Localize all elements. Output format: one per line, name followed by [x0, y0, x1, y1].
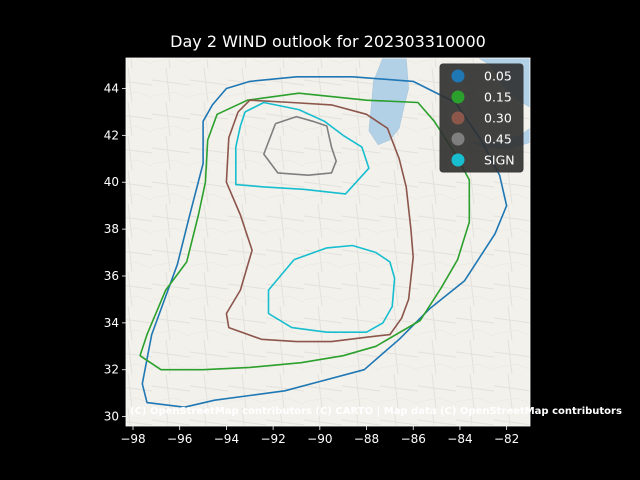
legend-label: 0.30 [484, 111, 512, 126]
legend-marker [451, 153, 465, 167]
y-tick-label: 44 [104, 81, 119, 95]
legend-marker [451, 69, 465, 83]
y-tick-label: 32 [104, 363, 119, 377]
legend-label: SIGN [484, 153, 515, 168]
map-attribution: (C) OpenStreetMap contributors (C) CARTO… [130, 406, 622, 417]
legend-label: 0.05 [484, 69, 512, 84]
legend-label: 0.15 [484, 90, 512, 105]
map-axes: (C) OpenStreetMap contributors (C) CARTO… [125, 57, 622, 427]
x-tick-label: −90 [307, 432, 332, 446]
y-tick-label: 38 [104, 222, 119, 236]
x-tick-label: −82 [494, 432, 519, 446]
y-tick-label: 34 [104, 316, 119, 330]
legend-marker [451, 132, 465, 146]
legend-marker [451, 90, 465, 104]
y-tick-label: 42 [104, 128, 119, 142]
legend-marker [451, 111, 465, 125]
legend: 0.05 0.15 0.30 0.45 SIGN [439, 63, 524, 173]
x-tick-label: −96 [167, 432, 192, 446]
x-axis: −98 −96 −94 −92 −90 −88 −86 −84 −82 [120, 426, 519, 446]
x-tick-label: −92 [260, 432, 285, 446]
x-tick-label: −88 [354, 432, 379, 446]
y-tick-label: 36 [104, 269, 119, 283]
y-tick-label: 40 [104, 175, 119, 189]
x-tick-label: −94 [214, 432, 239, 446]
x-tick-label: −84 [447, 432, 472, 446]
y-tick-label: 30 [104, 410, 119, 424]
x-tick-label: −86 [401, 432, 426, 446]
x-tick-label: −98 [120, 432, 145, 446]
map-figure: (C) OpenStreetMap contributors (C) CARTO… [104, 57, 622, 446]
y-axis: 30 32 34 36 38 40 42 44 [104, 81, 126, 424]
legend-label: 0.45 [484, 132, 512, 147]
